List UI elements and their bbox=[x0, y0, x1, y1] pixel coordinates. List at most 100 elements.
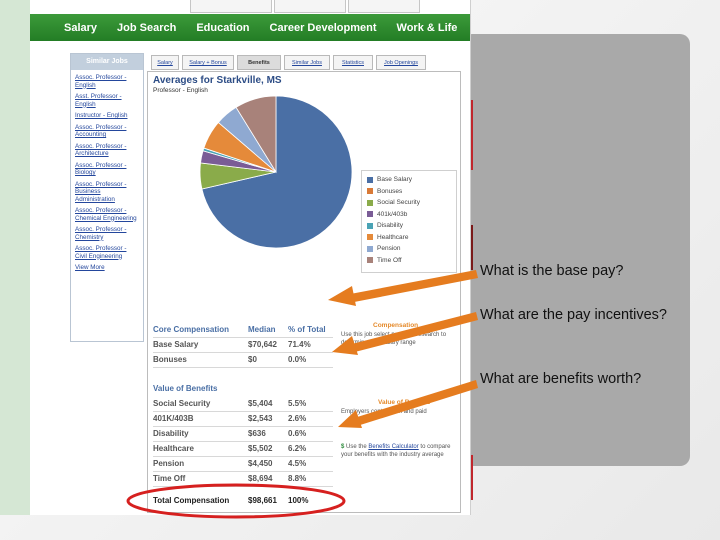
nav-job-search[interactable]: Job Search bbox=[107, 22, 186, 34]
sidebar-item-link[interactable]: Assoc. Professor - Accounting bbox=[75, 124, 139, 139]
sidebar-item-link[interactable]: Assoc. Professor - Biology bbox=[75, 162, 139, 177]
sidebar-item-link[interactable]: Assoc. Professor - Architecture bbox=[75, 143, 139, 158]
row-percent: 4.5% bbox=[288, 459, 307, 468]
row-median: $5,502 bbox=[248, 444, 273, 453]
calculator-note-text: Use the bbox=[346, 444, 367, 450]
row-label: Base Salary bbox=[153, 340, 199, 349]
tab-similar-jobs[interactable]: Similar Jobs bbox=[284, 55, 330, 70]
legend-label: Healthcare bbox=[377, 233, 409, 241]
legend-label: Base Salary bbox=[377, 176, 413, 184]
nav-salary[interactable]: Salary bbox=[30, 22, 107, 34]
table-row: 401K/403B $2,543 2.6% bbox=[153, 412, 333, 427]
sidebar-item-link[interactable]: Asst. Professor - English bbox=[75, 93, 139, 108]
sidebar-item-link[interactable]: Instructor - English bbox=[75, 112, 139, 120]
legend-label: 401k/403b bbox=[377, 210, 408, 218]
row-percent: 2.6% bbox=[288, 414, 307, 423]
tab-job-openings[interactable]: Job Openings bbox=[376, 55, 426, 70]
row-label: Healthcare bbox=[153, 444, 194, 453]
calculator-note: $ Use the Benefits Calculator to compare… bbox=[341, 444, 451, 459]
legend-item: Pension bbox=[367, 243, 456, 255]
row-median: $2,543 bbox=[248, 414, 273, 423]
section-header: Value of Benefits bbox=[153, 384, 218, 393]
view-more-link[interactable]: View More bbox=[75, 264, 139, 272]
legend-label: Time Off bbox=[377, 256, 402, 264]
pie-legend: Base Salary Bonuses Social Security 401k/40… bbox=[361, 170, 457, 273]
legend-item: Base Salary bbox=[367, 174, 456, 186]
row-percent: 0.6% bbox=[288, 429, 307, 438]
row-label: Pension bbox=[153, 459, 185, 468]
legend-label: Pension bbox=[377, 245, 401, 253]
row-median: $70,642 bbox=[248, 340, 277, 349]
tab-salary-bonus[interactable]: Salary + Bonus bbox=[182, 55, 234, 70]
benefits-note: Employers contribution and paid bbox=[341, 409, 427, 415]
row-median: $8,694 bbox=[248, 474, 273, 483]
legend-swatch bbox=[367, 211, 373, 218]
column-header: % of Total bbox=[288, 325, 326, 334]
salary-subtabs: Salary Salary + Bonus Benefits Similar J… bbox=[151, 55, 426, 70]
benefits-calculator-link[interactable]: Benefits Calculator bbox=[368, 444, 418, 450]
nav-career-development[interactable]: Career Development bbox=[260, 22, 387, 34]
row-median: $636 bbox=[248, 429, 266, 438]
top-tab-row bbox=[190, 0, 470, 13]
benefits-note-heading: Value of Benefits bbox=[378, 399, 431, 406]
total-compensation-row: Total Compensation $98,661 100% bbox=[153, 494, 333, 508]
row-label: Bonuses bbox=[153, 355, 187, 364]
compensation-note: Use this job select personal research to… bbox=[341, 332, 447, 346]
row-percent: 0.0% bbox=[288, 355, 307, 364]
table-row: Healthcare $5,502 6.2% bbox=[153, 442, 333, 457]
row-label: Time Off bbox=[153, 474, 186, 483]
sidebar-title: Similar Jobs bbox=[71, 54, 143, 70]
legend-swatch bbox=[367, 176, 373, 183]
legend-swatch bbox=[367, 234, 373, 241]
table-row: Bonuses $0 0.0% bbox=[153, 353, 333, 368]
row-median: $0 bbox=[248, 355, 257, 364]
table-row: Disability $636 0.6% bbox=[153, 427, 333, 442]
nav-education[interactable]: Education bbox=[186, 22, 259, 34]
table-row: Base Salary $70,642 71.4% bbox=[153, 338, 333, 353]
nav-work-life[interactable]: Work & Life bbox=[387, 22, 468, 34]
compensation-note-heading: Compensation bbox=[373, 322, 419, 329]
question-pay-incentives: What are the pay incentives? bbox=[480, 307, 667, 323]
row-percent: 71.4% bbox=[288, 340, 311, 349]
legend-item: Disability bbox=[367, 220, 456, 232]
row-median: $4,450 bbox=[248, 459, 273, 468]
legend-swatch bbox=[367, 188, 373, 195]
legend-item: Bonuses bbox=[367, 186, 456, 198]
legend-label: Social Security bbox=[377, 199, 420, 207]
table-row: Pension $4,450 4.5% bbox=[153, 457, 333, 472]
row-median: $5,404 bbox=[248, 399, 273, 408]
legend-swatch bbox=[367, 199, 373, 206]
legend-item: Healthcare bbox=[367, 232, 456, 244]
row-median: $98,661 bbox=[248, 496, 277, 505]
tab-statistics[interactable]: Statistics bbox=[333, 55, 373, 70]
legend-item: Time Off bbox=[367, 255, 456, 267]
row-percent: 5.5% bbox=[288, 399, 307, 408]
main-navigation: Salary Job Search Education Career Devel… bbox=[30, 14, 470, 41]
row-percent: 100% bbox=[288, 496, 309, 505]
sidebar-item-link[interactable]: Assoc. Professor - Civil Engineering bbox=[75, 245, 139, 260]
table-row: Time Off $8,694 8.8% bbox=[153, 472, 333, 487]
legend-swatch bbox=[367, 257, 373, 264]
row-percent: 6.2% bbox=[288, 444, 307, 453]
benefits-panel: Averages for Starkville, MS Professor - … bbox=[147, 71, 461, 513]
sidebar-item-link[interactable]: Assoc. Professor - Chemistry bbox=[75, 226, 139, 241]
tab-benefits[interactable]: Benefits bbox=[237, 55, 281, 70]
column-header: Core Compensation bbox=[153, 325, 230, 334]
question-base-pay: What is the base pay? bbox=[480, 263, 624, 279]
background-panel bbox=[462, 34, 690, 466]
legend-swatch bbox=[367, 222, 373, 229]
row-label: 401K/403B bbox=[153, 414, 194, 423]
legend-label: Disability bbox=[377, 222, 404, 230]
row-label: Total Compensation bbox=[153, 496, 230, 505]
sidebar-item-link[interactable]: Assoc. Professor - Business Administrati… bbox=[75, 181, 139, 204]
sidebar-item-link[interactable]: Assoc. Professor - English bbox=[75, 74, 139, 89]
tab-salary[interactable]: Salary bbox=[151, 55, 179, 70]
column-header: Median bbox=[248, 325, 276, 334]
legend-swatch bbox=[367, 245, 373, 252]
question-benefits-worth: What are benefits worth? bbox=[480, 371, 642, 387]
sidebar-item-link[interactable]: Assoc. Professor - Chemical Engineering bbox=[75, 207, 139, 222]
row-percent: 8.8% bbox=[288, 474, 307, 483]
similar-jobs-sidebar: Similar Jobs Assoc. Professor - English … bbox=[70, 53, 144, 342]
dollar-icon: $ bbox=[341, 444, 345, 450]
legend-item: Social Security bbox=[367, 197, 456, 209]
